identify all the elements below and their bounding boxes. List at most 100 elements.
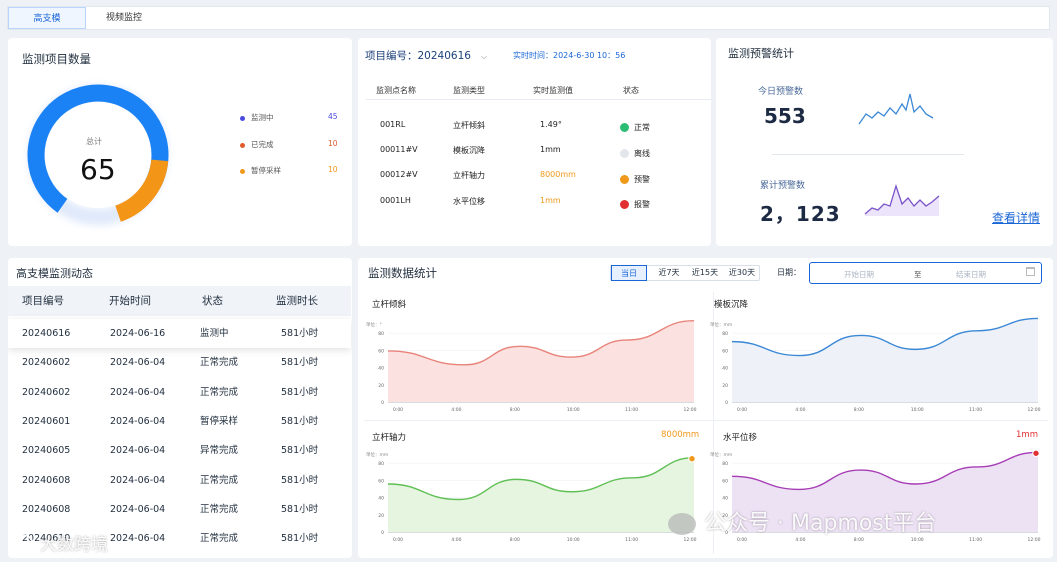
status-alarm: 报警 bbox=[620, 199, 650, 210]
x-tick-label: 4:00 bbox=[795, 537, 805, 543]
table-cell: 581小时 bbox=[281, 503, 319, 515]
date-range-picker[interactable]: 开始日期 至 结束日期 bbox=[809, 262, 1042, 284]
table-row[interactable]: 20240605 2024-06-04 异常完成 581小时 bbox=[8, 436, 351, 465]
y-tick-label: 80 bbox=[378, 331, 384, 337]
x-tick-label: 8:00 bbox=[510, 537, 520, 543]
status-normal: 正常 bbox=[620, 122, 650, 133]
table-header: 项目编号 开始时间 状态 监测时长 bbox=[8, 286, 351, 316]
range-selector: 当日 近7天 近15天 近30天 bbox=[610, 265, 760, 281]
dot-icon bbox=[240, 168, 245, 174]
table-cell: 2024-06-04 bbox=[110, 503, 166, 515]
watermark: 公众号 · Mapmost平台 bbox=[668, 505, 936, 537]
x-tick-label: 11:00 bbox=[969, 537, 982, 543]
y-tick-label: 80 bbox=[722, 461, 728, 467]
col-header: 实时监测值 bbox=[533, 86, 573, 95]
col-header: 开始时间 bbox=[109, 295, 151, 307]
x-tick-label: 11:00 bbox=[625, 407, 638, 413]
y-tick-label: 40 bbox=[378, 496, 384, 502]
table-cell: 20240605 bbox=[22, 445, 71, 457]
range-7d-button[interactable]: 近7天 bbox=[651, 265, 687, 281]
status-dot-icon bbox=[620, 175, 629, 184]
end-date-input[interactable]: 结束日期 bbox=[956, 269, 986, 280]
x-tick-label: 10:00 bbox=[911, 407, 924, 413]
range-15d-button[interactable]: 近15天 bbox=[687, 265, 723, 281]
total-sparkline bbox=[864, 183, 940, 216]
x-tick-label: 4:00 bbox=[795, 407, 805, 413]
watermark: 大数跨境 bbox=[12, 530, 108, 556]
project-detail-panel: 项目编号：20240616 ⌵ 实时时间：2024-6-30 10：56 监测点名… bbox=[358, 38, 711, 246]
x-tick-label: 8:00 bbox=[854, 407, 864, 413]
dynamics-panel: 高支模监测动态 项目编号 开始时间 状态 监测时长 20240616 2024-0… bbox=[8, 258, 352, 558]
table-row[interactable]: 20240608 2024-06-04 正常完成 581小时 bbox=[8, 495, 351, 524]
x-tick-label: 8:00 bbox=[854, 537, 864, 543]
y-tick-label: 40 bbox=[722, 496, 728, 502]
table-row[interactable]: 20240602 2024-06-04 正常完成 581小时 bbox=[8, 348, 351, 377]
x-tick-label: 10:00 bbox=[911, 537, 924, 543]
table-cell: 581小时 bbox=[281, 328, 319, 339]
chart-annotation: 8000mm bbox=[661, 430, 700, 440]
wechat-icon bbox=[668, 513, 696, 535]
tab-high-formwork[interactable]: 高支模 bbox=[8, 7, 86, 29]
y-tick-label: 20 bbox=[722, 383, 728, 389]
table-cell: 2024-06-04 bbox=[110, 415, 166, 427]
table-cell: 正常完成 bbox=[200, 503, 239, 515]
table-row[interactable]: 20240608 2024-06-04 正常完成 581小时 bbox=[8, 466, 351, 495]
calendar-icon bbox=[1026, 267, 1035, 276]
table-cell: 正常完成 bbox=[200, 357, 239, 369]
panel-title: 高支模监测动态 bbox=[16, 267, 93, 280]
col-header: 状态 bbox=[623, 86, 639, 95]
point-value: 1mm bbox=[540, 145, 561, 154]
x-tick-label: 0:00 bbox=[393, 407, 403, 413]
table-row[interactable]: 20240601 2024-06-04 暂停采样 581小时 bbox=[8, 407, 351, 436]
y-tick-label: 20 bbox=[378, 513, 384, 519]
table-row[interactable]: 20240602 2024-06-04 正常完成 581小时 bbox=[8, 378, 351, 407]
legend-value: 10 bbox=[328, 165, 338, 174]
project-select[interactable]: 项目编号：20240616 ⌵ bbox=[365, 48, 487, 63]
x-tick-label: 12:00 bbox=[1028, 407, 1041, 413]
x-tick-label: 0:00 bbox=[737, 407, 747, 413]
y-tick-label: 0 bbox=[381, 530, 384, 536]
y-axis-label: 单位：mm bbox=[366, 451, 388, 458]
point-name: 001RL bbox=[380, 120, 406, 129]
x-tick-label: 10:00 bbox=[567, 537, 580, 543]
status-warning: 预警 bbox=[620, 174, 650, 185]
table-row[interactable]: 20240616 2024-06-16 监测中 581小时 bbox=[8, 319, 351, 348]
tab-video-monitor[interactable]: 视频监控 bbox=[90, 7, 158, 29]
x-tick-label: 12:00 bbox=[684, 537, 697, 543]
range-today-button[interactable]: 当日 bbox=[611, 265, 647, 281]
table-cell: 正常完成 bbox=[200, 386, 239, 398]
legend-value: 10 bbox=[328, 139, 338, 148]
table-cell: 2024-06-04 bbox=[110, 386, 166, 398]
x-tick-label: 8:00 bbox=[510, 407, 520, 413]
divider bbox=[772, 154, 964, 155]
highlight-point bbox=[688, 454, 696, 463]
table-cell: 2024-06-04 bbox=[110, 357, 166, 369]
project-count-panel: 监测项目数量 总计 65 监测中 45 已完成 10 暂停采样 10 bbox=[8, 38, 352, 246]
table-cell: 2024-06-04 bbox=[110, 445, 166, 457]
table-cell: 异常完成 bbox=[200, 445, 239, 457]
chart-annotation: 1mm bbox=[1016, 430, 1038, 440]
table-cell: 正常完成 bbox=[200, 533, 239, 545]
start-date-input[interactable]: 开始日期 bbox=[844, 269, 874, 280]
view-details-link[interactable]: 查看详情 bbox=[992, 209, 1040, 226]
tab-bar: 高支模 视频监控 bbox=[7, 6, 1050, 30]
table-cell: 正常完成 bbox=[200, 474, 239, 486]
table-cell: 581小时 bbox=[281, 474, 319, 486]
chart-axial-force: 单位：mm 0 20 40 60 80 0:00 4:00 8:00 10:00 11:00 12:0… bbox=[366, 451, 697, 543]
status-dot-icon bbox=[620, 200, 629, 209]
series-area bbox=[388, 457, 694, 532]
table-cell: 581小时 bbox=[281, 386, 319, 398]
table-cell: 暂停采样 bbox=[200, 415, 239, 427]
legend-value: 45 bbox=[328, 112, 338, 121]
realtime: 实时时间：2024-6-30 10：56 bbox=[513, 51, 626, 60]
table-cell: 2024-06-04 bbox=[110, 533, 166, 545]
table-cell: 2024-06-04 bbox=[110, 474, 166, 486]
y-tick-label: 80 bbox=[378, 461, 384, 467]
col-header: 监测类型 bbox=[453, 86, 485, 95]
x-tick-label: 10:00 bbox=[567, 407, 580, 413]
x-tick-label: 11:00 bbox=[625, 537, 638, 543]
table-cell: 581小时 bbox=[281, 357, 319, 369]
range-30d-button[interactable]: 近30天 bbox=[723, 265, 761, 281]
point-value: 8000mm bbox=[540, 170, 576, 179]
y-tick-label: 0 bbox=[725, 400, 728, 406]
